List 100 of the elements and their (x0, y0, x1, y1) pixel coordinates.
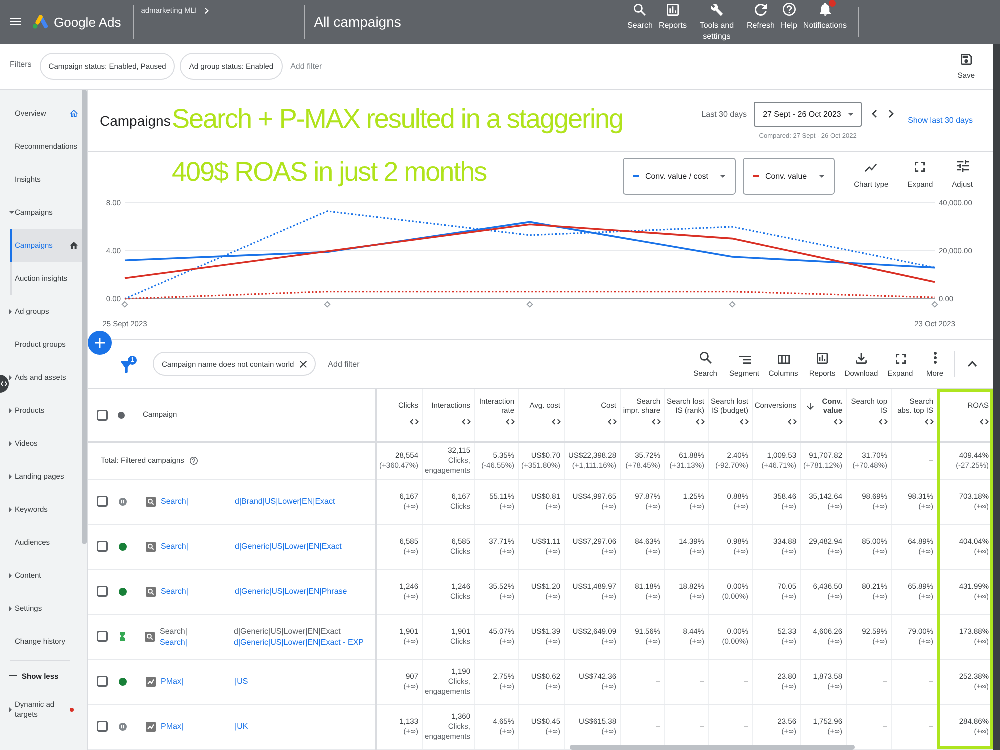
bell-icon (820, 3, 831, 16)
expand-icon (896, 354, 906, 364)
campaign-link[interactable]: |US (235, 676, 248, 687)
caret-right-icon[interactable] (9, 572, 12, 578)
sort-icon[interactable] (696, 419, 704, 425)
add-filter-link[interactable]: Add filter (328, 360, 360, 368)
sort-icon[interactable] (834, 419, 842, 425)
campaign-link[interactable]: d|Brand|US|Lower|EN|Exact (235, 496, 336, 507)
checkbox[interactable] (97, 631, 108, 642)
chevron-left-icon[interactable] (872, 110, 878, 118)
diamond-marker-icon[interactable] (122, 301, 128, 308)
product-name: Google Ads (54, 14, 122, 30)
checkbox[interactable] (97, 721, 108, 732)
chevron-right-icon[interactable] (205, 8, 210, 14)
caret-right-icon[interactable] (9, 606, 12, 612)
sort-icon[interactable] (652, 419, 660, 425)
help-icon[interactable] (190, 456, 198, 465)
logo-icon (33, 15, 48, 29)
sort-icon[interactable] (462, 419, 470, 425)
caret-right-icon[interactable] (9, 474, 12, 480)
sort-icon[interactable] (788, 419, 796, 425)
campaign-link[interactable]: d|Generic|US|Lower|EN|Phrase (235, 586, 348, 597)
tools-button[interactable]: Tools and settings (690, 2, 744, 42)
lines-icon (738, 356, 750, 364)
search-tile-icon (146, 542, 156, 552)
save-icon (960, 54, 972, 64)
campaign-link[interactable]: Search| (161, 541, 188, 552)
sort-icon[interactable] (410, 419, 418, 425)
bar-chart-icon (817, 353, 828, 364)
notifications-button[interactable]: Notifications (800, 2, 850, 42)
paused-status-icon (119, 498, 127, 506)
caret-right-icon[interactable] (9, 707, 12, 713)
close-icon[interactable] (300, 360, 308, 368)
sort-icon[interactable] (552, 419, 560, 425)
annotation-text: Search + P-MAX resulted in a staggering 409$ ROAS in just 2 months (172, 103, 624, 189)
checkbox[interactable] (97, 496, 108, 507)
date-range-dropdown[interactable]: 27 Sept - 26 Oct 2023 (754, 102, 862, 126)
menu-icon[interactable] (10, 18, 21, 26)
search-tile-icon (146, 586, 156, 596)
campaign-link[interactable]: d|Generic|US|Lower|EN|Exact (235, 541, 342, 552)
page-title: All campaigns (314, 14, 402, 30)
refresh-button[interactable]: Refresh (744, 2, 778, 42)
campaign-link[interactable]: PMax| (161, 676, 184, 687)
refresh-icon (754, 4, 767, 16)
campaign-link[interactable]: Search| (160, 636, 188, 648)
reports-button[interactable]: Reports (656, 2, 690, 42)
campaign-name: d|Generic|US|Lower|EN|Exact (234, 626, 341, 636)
checkbox[interactable] (97, 541, 108, 552)
chevron-up-icon[interactable] (968, 361, 977, 367)
diamond-marker-icon[interactable] (324, 301, 331, 308)
caret-right-icon[interactable] (9, 506, 12, 512)
sort-arrow-icon (806, 402, 814, 410)
sliders-icon (956, 160, 969, 172)
campaign-link[interactable]: Search| (161, 496, 188, 507)
chevron-right-icon[interactable] (889, 110, 894, 118)
caret-down-icon[interactable] (9, 211, 15, 214)
add-filter-link[interactable]: Add filter (290, 62, 322, 71)
show-last-30-days-link[interactable]: Show last 30 days (908, 116, 973, 125)
more-icon (934, 352, 936, 364)
caret-right-icon[interactable] (9, 408, 12, 414)
scrollbar-thumb[interactable] (82, 90, 87, 544)
sort-icon[interactable] (980, 419, 989, 425)
search-button[interactable]: Search (624, 2, 656, 42)
caret-right-icon[interactable] (9, 440, 12, 446)
collapse-handle-icon[interactable] (0, 375, 9, 393)
campaign-link[interactable]: PMax| (161, 721, 184, 732)
metric-dropdown[interactable]: Conv. value / cost (623, 158, 736, 195)
campaign-link[interactable]: d|Generic|US|Lower|EN|Exact - EXP (234, 636, 364, 648)
checkbox[interactable] (97, 676, 108, 687)
help-icon (782, 3, 796, 16)
campaign-name: Search| (160, 626, 188, 636)
diamond-marker-icon[interactable] (932, 301, 938, 308)
date-range-label: Last 30 days (702, 108, 748, 121)
diamond-marker-icon[interactable] (526, 301, 534, 308)
metric-dropdown[interactable]: Conv. value (743, 158, 836, 195)
sort-icon[interactable] (740, 419, 748, 425)
sort-icon[interactable] (506, 419, 514, 425)
add-button[interactable] (88, 331, 112, 355)
hourglass-status-icon (120, 632, 125, 641)
filters-label: Filters (10, 60, 32, 69)
columns-icon (778, 355, 790, 364)
search-icon (700, 352, 712, 364)
expand-icon (915, 162, 926, 172)
search-icon (634, 4, 646, 16)
bar-chart-icon (666, 4, 679, 16)
diamond-marker-icon[interactable] (729, 301, 736, 308)
checkbox[interactable] (97, 410, 108, 420)
campaign-link[interactable]: |UK (235, 721, 248, 732)
page-heading: Campaigns (100, 112, 171, 128)
help-button[interactable]: Help (778, 2, 800, 42)
sort-icon[interactable] (608, 419, 616, 425)
sort-icon[interactable] (924, 419, 934, 425)
horizontal-scrollbar-thumb[interactable] (570, 745, 855, 750)
campaign-link[interactable]: Search| (161, 586, 188, 597)
enabled-status-icon (119, 678, 127, 686)
checkbox[interactable] (97, 586, 108, 597)
caret-right-icon[interactable] (9, 308, 12, 314)
scrollbar-track[interactable] (993, 44, 1000, 750)
caret-down-icon (819, 175, 826, 178)
sort-icon[interactable] (878, 419, 888, 425)
